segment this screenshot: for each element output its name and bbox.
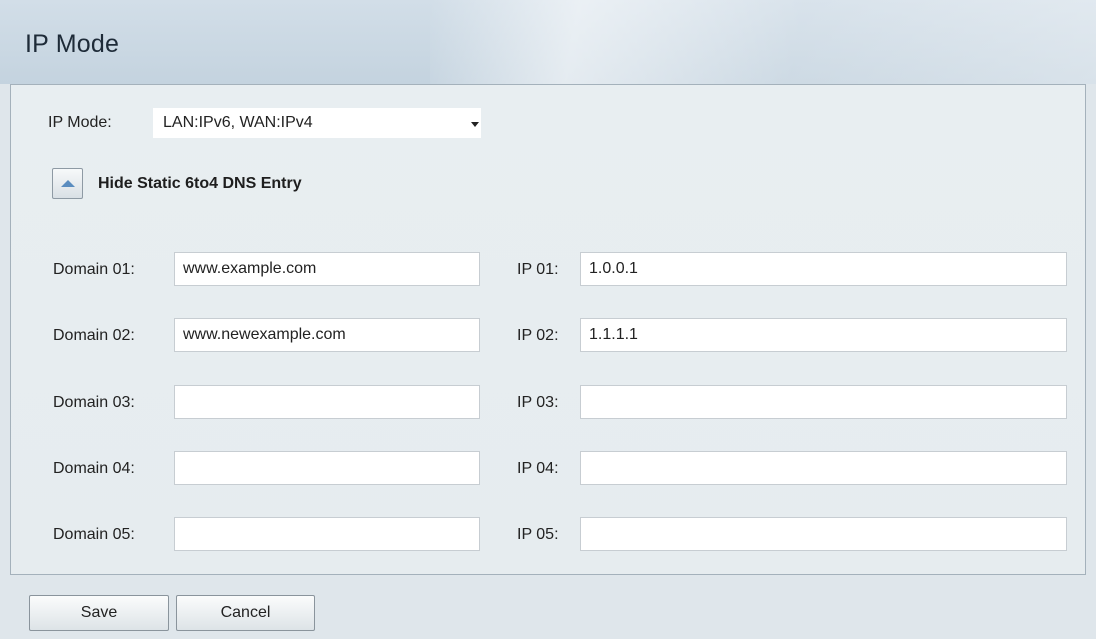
- domain-05-label: Domain 05:: [53, 526, 135, 543]
- header-glare: [430, 0, 1096, 84]
- chevron-up-icon: [61, 180, 75, 187]
- ip-02-input[interactable]: [580, 318, 1067, 352]
- ip-05-input[interactable]: [580, 517, 1067, 551]
- domain-03-input[interactable]: [174, 385, 480, 419]
- domain-01-label: Domain 01:: [53, 261, 135, 278]
- domain-03-label: Domain 03:: [53, 394, 135, 411]
- domain-04-label: Domain 04:: [53, 460, 135, 477]
- domain-04-input[interactable]: [174, 451, 480, 485]
- page-title: IP Mode: [25, 30, 120, 58]
- cancel-button[interactable]: Cancel: [176, 595, 315, 631]
- ip-01-label: IP 01:: [517, 261, 559, 278]
- domain-02-input[interactable]: [174, 318, 480, 352]
- page-header: IP Mode: [0, 0, 1096, 84]
- ip-mode-label: IP Mode:: [48, 114, 112, 131]
- ip-05-label: IP 05:: [517, 526, 559, 543]
- save-button[interactable]: Save: [29, 595, 169, 631]
- dropdown-arrow-icon: [471, 122, 479, 127]
- ip-02-label: IP 02:: [517, 327, 559, 344]
- ip-01-input[interactable]: [580, 252, 1067, 286]
- domain-02-label: Domain 02:: [53, 327, 135, 344]
- domain-01-input[interactable]: [174, 252, 480, 286]
- collapse-dns-entry-button[interactable]: [52, 168, 83, 199]
- domain-05-input[interactable]: [174, 517, 480, 551]
- ip-03-label: IP 03:: [517, 394, 559, 411]
- dns-toggle-label: Hide Static 6to4 DNS Entry: [98, 175, 302, 192]
- ip-mode-selected-value: LAN:IPv6, WAN:IPv4: [163, 114, 313, 131]
- ip-04-input[interactable]: [580, 451, 1067, 485]
- ip-04-label: IP 04:: [517, 460, 559, 477]
- ip-mode-select[interactable]: LAN:IPv6, WAN:IPv4: [153, 108, 481, 138]
- ip-03-input[interactable]: [580, 385, 1067, 419]
